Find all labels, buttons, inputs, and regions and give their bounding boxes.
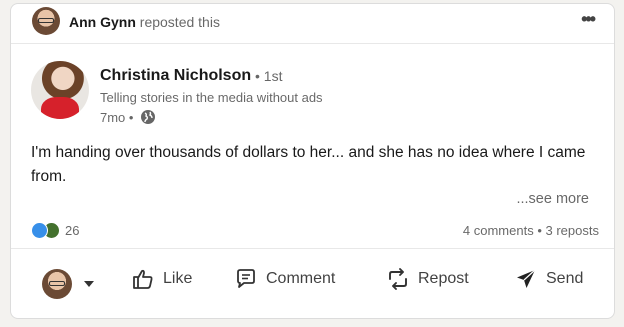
connection-degree: • 1st	[255, 68, 283, 84]
actor-switcher[interactable]	[42, 269, 94, 299]
comments-count[interactable]: 4 comments	[463, 223, 534, 238]
post-meta: 7mo •	[100, 109, 156, 125]
reaction-count: 26	[65, 223, 80, 238]
globe-icon	[141, 110, 156, 124]
send-icon	[517, 269, 536, 288]
repost-attribution: Ann Gynn reposted this	[69, 14, 220, 30]
repost-label: Repost	[418, 270, 469, 287]
post-text: I'm handing over thousands of dollars to…	[31, 144, 586, 185]
author-headline: Telling stories in the media without ads	[100, 90, 323, 105]
repost-icon	[389, 268, 407, 290]
feed-post-card: Ann Gynn reposted this ••• Christina Nic…	[10, 3, 615, 319]
repost-header: Ann Gynn reposted this •••	[11, 4, 614, 44]
thumbs-up-icon	[133, 269, 153, 289]
comment-icon	[237, 269, 255, 288]
like-button[interactable]: Like	[131, 267, 192, 291]
send-button[interactable]: Send	[514, 267, 583, 291]
reposts-count[interactable]: 3 reposts	[546, 223, 599, 238]
comment-label: Comment	[266, 270, 336, 287]
comment-button[interactable]: Comment	[234, 267, 335, 291]
author-avatar[interactable]	[31, 61, 89, 119]
reposter-name[interactable]: Ann Gynn	[69, 14, 136, 30]
send-label: Send	[546, 270, 584, 287]
reposter-avatar[interactable]	[32, 7, 60, 35]
repost-action-text: reposted this	[139, 14, 220, 30]
more-options-icon[interactable]: •••	[581, 9, 596, 30]
repost-button[interactable]: Repost	[386, 267, 469, 291]
see-more-link[interactable]: ...see more	[516, 191, 589, 207]
author-name[interactable]: Christina Nicholson	[100, 67, 251, 85]
like-reaction-icon	[31, 222, 48, 239]
action-divider	[11, 248, 614, 249]
reactions-summary[interactable]: 26	[31, 222, 79, 239]
like-label: Like	[163, 270, 193, 287]
counts-separator: •	[537, 223, 542, 238]
chevron-down-icon	[84, 281, 94, 287]
post-age: 7mo •	[100, 109, 134, 125]
social-counts: 4 comments • 3 reposts	[463, 223, 599, 238]
actor-avatar	[42, 269, 72, 299]
